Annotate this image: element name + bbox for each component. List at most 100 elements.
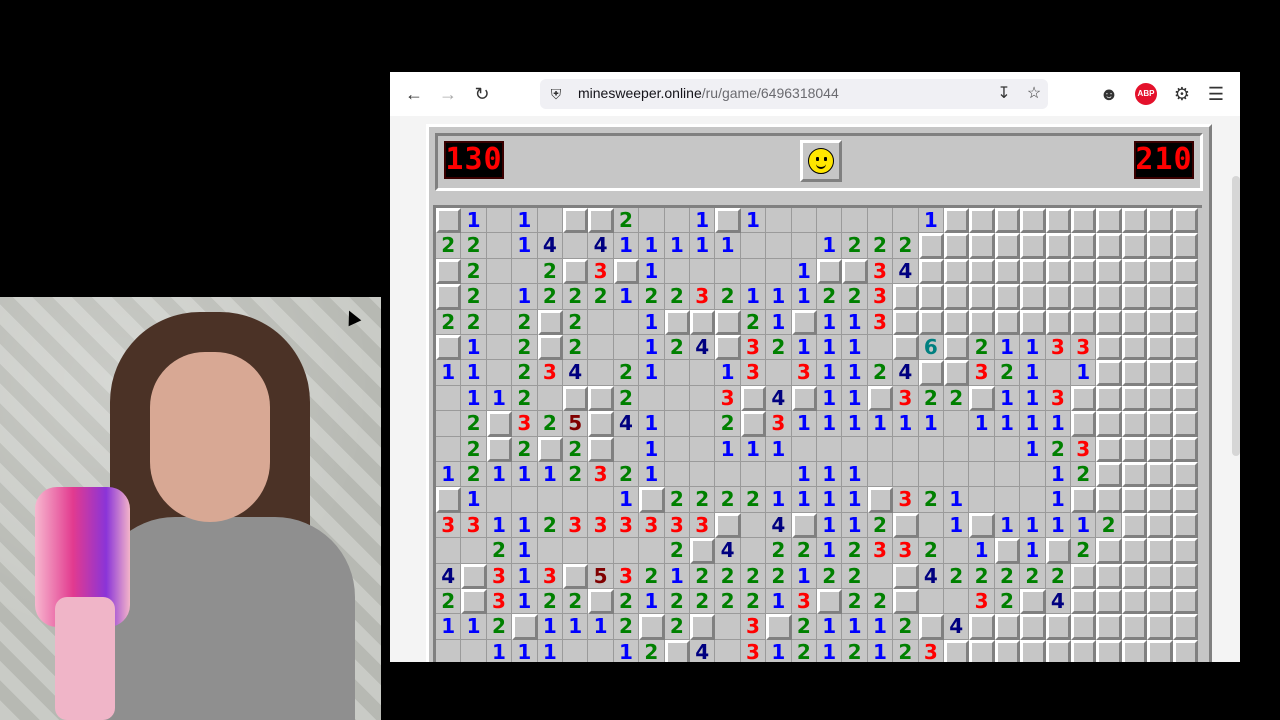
number-cell[interactable]: 2 bbox=[969, 335, 995, 361]
star-icon[interactable]: ☆ bbox=[1024, 84, 1044, 104]
number-cell[interactable]: 1 bbox=[969, 411, 995, 437]
closed-cell[interactable] bbox=[918, 284, 944, 310]
number-cell[interactable]: 1 bbox=[512, 563, 538, 589]
number-cell[interactable]: 2 bbox=[690, 487, 716, 513]
number-cell[interactable]: 3 bbox=[893, 385, 919, 412]
closed-cell[interactable] bbox=[1147, 284, 1173, 310]
number-cell[interactable]: 1 bbox=[588, 614, 614, 640]
closed-cell[interactable] bbox=[1172, 538, 1198, 564]
closed-cell[interactable] bbox=[842, 258, 868, 285]
number-cell[interactable]: 2 bbox=[512, 309, 538, 335]
empty-cell[interactable] bbox=[664, 462, 690, 488]
number-cell[interactable]: 1 bbox=[1020, 411, 1046, 437]
closed-cell[interactable] bbox=[563, 208, 589, 234]
number-cell[interactable]: 1 bbox=[893, 411, 919, 437]
closed-cell[interactable] bbox=[867, 487, 894, 513]
number-cell[interactable]: 1 bbox=[436, 360, 462, 386]
number-cell[interactable]: 1 bbox=[436, 614, 462, 640]
closed-cell[interactable] bbox=[1172, 284, 1198, 310]
number-cell[interactable]: 3 bbox=[486, 589, 513, 615]
closed-cell[interactable] bbox=[1172, 614, 1198, 640]
number-cell[interactable]: 5 bbox=[588, 563, 614, 589]
closed-cell[interactable] bbox=[588, 436, 614, 462]
closed-cell[interactable] bbox=[1071, 563, 1097, 589]
closed-cell[interactable] bbox=[588, 589, 614, 615]
forward-arrow-icon[interactable]: → bbox=[436, 82, 460, 106]
number-cell[interactable]: 1 bbox=[817, 360, 843, 386]
number-cell[interactable]: 2 bbox=[1020, 563, 1046, 589]
closed-cell[interactable] bbox=[461, 589, 487, 615]
closed-cell[interactable] bbox=[1096, 309, 1122, 335]
closed-cell[interactable] bbox=[1020, 233, 1046, 259]
number-cell[interactable]: 2 bbox=[613, 385, 640, 412]
closed-cell[interactable] bbox=[537, 335, 563, 361]
closed-cell[interactable] bbox=[664, 309, 690, 335]
closed-cell[interactable] bbox=[1147, 385, 1173, 412]
number-cell[interactable]: 3 bbox=[1071, 436, 1097, 462]
closed-cell[interactable] bbox=[1121, 462, 1148, 488]
closed-cell[interactable] bbox=[1147, 309, 1173, 335]
closed-cell[interactable] bbox=[944, 208, 970, 234]
number-cell[interactable]: 2 bbox=[461, 284, 487, 310]
number-cell[interactable]: 1 bbox=[994, 411, 1021, 437]
empty-cell[interactable] bbox=[867, 462, 894, 488]
number-cell[interactable]: 4 bbox=[537, 233, 563, 259]
closed-cell[interactable] bbox=[1045, 233, 1071, 259]
empty-cell[interactable] bbox=[715, 614, 741, 640]
closed-cell[interactable] bbox=[893, 309, 919, 335]
number-cell[interactable]: 4 bbox=[588, 233, 614, 259]
number-cell[interactable]: 1 bbox=[791, 563, 817, 589]
number-cell[interactable]: 3 bbox=[740, 335, 767, 361]
empty-cell[interactable] bbox=[664, 258, 690, 285]
number-cell[interactable]: 1 bbox=[715, 360, 741, 386]
closed-cell[interactable] bbox=[715, 309, 741, 335]
number-cell[interactable]: 2 bbox=[842, 233, 868, 259]
closed-cell[interactable] bbox=[1020, 614, 1046, 640]
closed-cell[interactable] bbox=[1121, 512, 1148, 539]
smiley-face-icon[interactable] bbox=[800, 140, 842, 182]
number-cell[interactable]: 1 bbox=[639, 309, 665, 335]
number-cell[interactable]: 1 bbox=[512, 589, 538, 615]
closed-cell[interactable] bbox=[1071, 411, 1097, 437]
empty-cell[interactable] bbox=[791, 436, 817, 462]
number-cell[interactable]: 3 bbox=[588, 258, 614, 285]
number-cell[interactable]: 2 bbox=[715, 589, 741, 615]
number-cell[interactable]: 1 bbox=[817, 462, 843, 488]
closed-cell[interactable] bbox=[1147, 436, 1173, 462]
number-cell[interactable]: 1 bbox=[639, 589, 665, 615]
closed-cell[interactable] bbox=[1172, 639, 1198, 662]
number-cell[interactable]: 1 bbox=[791, 284, 817, 310]
closed-cell[interactable] bbox=[1121, 284, 1148, 310]
number-cell[interactable]: 1 bbox=[461, 360, 487, 386]
closed-cell[interactable] bbox=[639, 614, 665, 640]
closed-cell[interactable] bbox=[918, 258, 944, 285]
closed-cell[interactable] bbox=[994, 284, 1021, 310]
number-cell[interactable]: 2 bbox=[537, 284, 563, 310]
number-cell[interactable]: 1 bbox=[1071, 512, 1097, 539]
closed-cell[interactable] bbox=[1020, 589, 1046, 615]
number-cell[interactable]: 3 bbox=[613, 563, 640, 589]
number-cell[interactable]: 2 bbox=[563, 589, 589, 615]
number-cell[interactable]: 3 bbox=[715, 385, 741, 412]
closed-cell[interactable] bbox=[740, 385, 767, 412]
number-cell[interactable]: 1 bbox=[461, 487, 487, 513]
closed-cell[interactable] bbox=[1045, 309, 1071, 335]
number-cell[interactable]: 3 bbox=[512, 411, 538, 437]
number-cell[interactable]: 1 bbox=[867, 411, 894, 437]
closed-cell[interactable] bbox=[1147, 487, 1173, 513]
number-cell[interactable]: 1 bbox=[690, 233, 716, 259]
number-cell[interactable]: 2 bbox=[842, 563, 868, 589]
number-cell[interactable]: 2 bbox=[994, 360, 1021, 386]
closed-cell[interactable] bbox=[461, 563, 487, 589]
closed-cell[interactable] bbox=[1172, 360, 1198, 386]
closed-cell[interactable] bbox=[1147, 258, 1173, 285]
empty-cell[interactable] bbox=[588, 309, 614, 335]
closed-cell[interactable] bbox=[791, 385, 817, 412]
number-cell[interactable]: 2 bbox=[512, 436, 538, 462]
number-cell[interactable]: 1 bbox=[461, 385, 487, 412]
number-cell[interactable]: 2 bbox=[1045, 436, 1071, 462]
number-cell[interactable]: 1 bbox=[486, 639, 513, 662]
number-cell[interactable]: 2 bbox=[461, 462, 487, 488]
number-cell[interactable]: 1 bbox=[1020, 512, 1046, 539]
number-cell[interactable]: 2 bbox=[512, 385, 538, 412]
